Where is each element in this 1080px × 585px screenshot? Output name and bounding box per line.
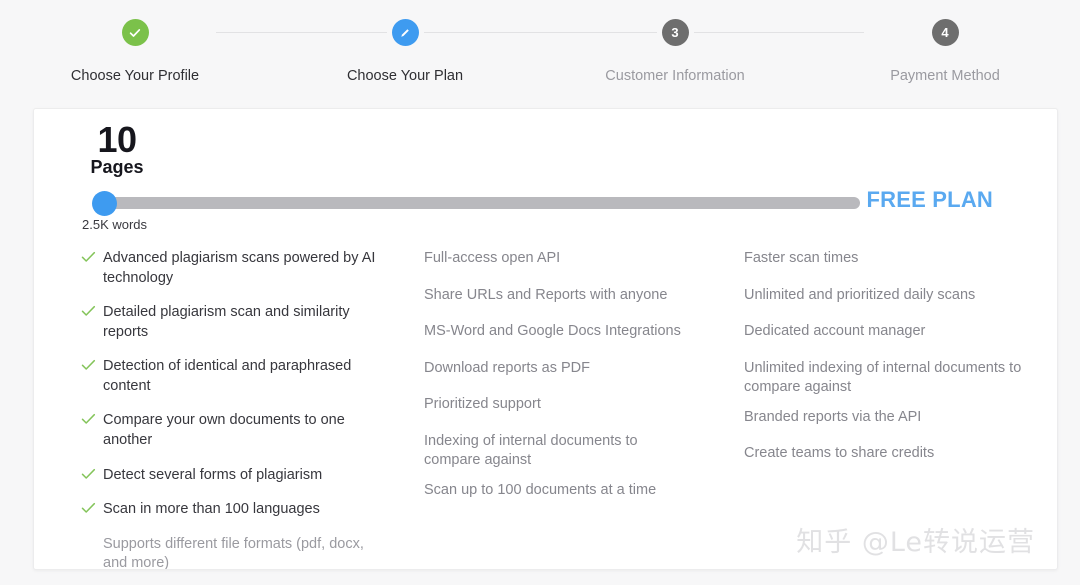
slider-track[interactable] (104, 197, 860, 209)
plan-card: 10 Pages 2.5K words FREE PLAN Advanced p… (33, 108, 1058, 570)
feature-item: Compare your own documents to one anothe… (81, 411, 379, 450)
step-2-marker[interactable] (391, 19, 419, 46)
feature-item-disabled: Branded reports via the API (744, 408, 1044, 428)
feature-label: Dedicated account manager (744, 323, 926, 340)
stepper-steps: Choose Your Profile Choose Your Plan 3 C… (0, 0, 1080, 84)
feature-label: MS-Word and Google Docs Integrations (424, 323, 681, 340)
slider-thumb[interactable] (92, 191, 117, 216)
feature-item-disabled: Dedicated account manager (744, 322, 1044, 342)
feature-item-disabled: Unlimited and prioritized daily scans (744, 286, 1044, 306)
check-icon (81, 303, 103, 317)
pages-unit-label: Pages (90, 156, 144, 177)
feature-label: Create teams to share credits (744, 445, 935, 462)
pages-indicator: 10 Pages (82, 121, 152, 178)
features-column-2: Full-access open API Share URLs and Repo… (379, 249, 694, 569)
step-number-3: 3 (671, 25, 679, 40)
step-choose-your-profile[interactable]: Choose Your Profile (0, 0, 270, 84)
step-1-marker[interactable] (121, 19, 149, 46)
no-check-placeholder (81, 535, 103, 537)
feature-label: Scan up to 100 documents at a time (424, 481, 657, 498)
check-icon (81, 357, 103, 371)
step-3-marker[interactable]: 3 (661, 19, 689, 46)
feature-label: Compare your own documents to one anothe… (103, 412, 345, 448)
feature-item-disabled: Full-access open API (424, 249, 694, 269)
step-payment-method[interactable]: 4 Payment Method (810, 0, 1080, 84)
features-grid: Advanced plagiarism scans powered by AI … (34, 249, 1057, 570)
feature-label: Advanced plagiarism scans powered by AI … (103, 250, 376, 286)
feature-item-disabled: Indexing of internal documents to compar… (424, 432, 694, 471)
pages-count: 10 (97, 119, 137, 160)
step-number-4: 4 (941, 25, 949, 40)
feature-label: Prioritized support (424, 396, 541, 413)
feature-item-disabled: Download reports as PDF (424, 359, 694, 379)
features-column-3: Faster scan times Unlimited and prioriti… (694, 249, 1044, 569)
feature-item-disabled: Faster scan times (744, 249, 1044, 269)
check-icon (81, 249, 103, 263)
feature-label: Scan in more than 100 languages (103, 501, 320, 518)
pencil-icon (398, 26, 412, 40)
feature-label: Branded reports via the API (744, 408, 922, 425)
feature-item-disabled: Create teams to share credits (744, 444, 1044, 464)
feature-label: Unlimited indexing of internal documents… (744, 359, 1022, 396)
feature-item: Detailed plagiarism scan and similarity … (81, 303, 379, 342)
feature-label: Full-access open API (424, 250, 561, 266)
step-customer-information[interactable]: 3 Customer Information (540, 0, 810, 84)
feature-item-disabled: MS-Word and Google Docs Integrations (424, 322, 694, 342)
check-icon (81, 466, 103, 480)
feature-label: Download reports as PDF (424, 359, 591, 376)
plan-header: 10 Pages 2.5K words FREE PLAN (34, 109, 1057, 232)
feature-label: Unlimited and prioritized daily scans (744, 286, 976, 303)
feature-label: Detailed plagiarism scan and similarity … (103, 304, 350, 340)
progress-stepper: Choose Your Profile Choose Your Plan 3 C… (0, 0, 1080, 100)
feature-label: Detection of identical and paraphrased c… (103, 358, 352, 394)
step-3-label: Customer Information (605, 68, 745, 84)
step-2-label: Choose Your Plan (346, 68, 464, 84)
feature-item: Advanced plagiarism scans powered by AI … (81, 249, 379, 288)
feature-item-disabled: Unlimited indexing of internal documents… (744, 359, 1044, 398)
feature-label: Share URLs and Reports with anyone (424, 286, 668, 303)
feature-item-disabled: Prioritized support (424, 395, 694, 415)
step-4-marker[interactable]: 4 (931, 19, 959, 46)
words-count-label: 2.5K words (82, 217, 148, 232)
check-icon (128, 26, 142, 40)
feature-item: Detect several forms of plagiarism (81, 466, 379, 486)
feature-label: Supports different file formats (pdf, do… (103, 535, 364, 570)
feature-item-disabled: Share URLs and Reports with anyone (424, 286, 694, 306)
check-icon (81, 411, 103, 425)
feature-label: Detect several forms of plagiarism (103, 466, 323, 483)
features-column-1: Advanced plagiarism scans powered by AI … (34, 249, 379, 570)
feature-item: Detection of identical and paraphrased c… (81, 357, 379, 396)
feature-label: Faster scan times (744, 250, 859, 266)
feature-label: Indexing of internal documents to compar… (424, 432, 638, 469)
step-choose-your-plan[interactable]: Choose Your Plan (270, 0, 540, 84)
feature-item-disabled: Supports different file formats (pdf, do… (81, 535, 379, 570)
step-4-label: Payment Method (890, 68, 1000, 84)
feature-item-disabled: Scan up to 100 documents at a time (424, 481, 694, 501)
feature-item: Scan in more than 100 languages (81, 500, 379, 520)
step-1-label: Choose Your Profile (70, 68, 200, 84)
plan-name-label: FREE PLAN (866, 187, 993, 212)
check-icon (81, 500, 103, 514)
pages-slider[interactable] (92, 191, 860, 216)
